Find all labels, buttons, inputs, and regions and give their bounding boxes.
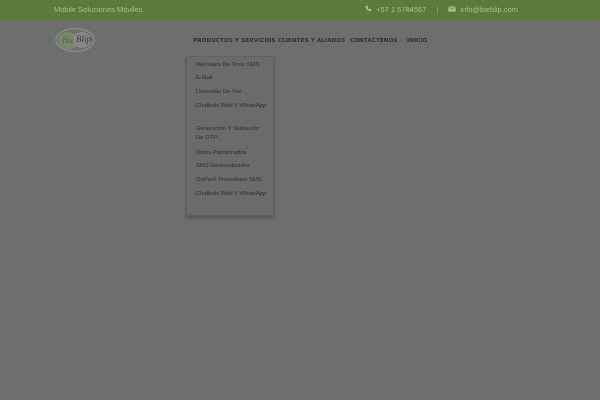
contact-divider: | bbox=[436, 5, 439, 14]
dropdown-item-voz[interactable]: Llamadas De Voz bbox=[196, 88, 268, 97]
dropdown-item-sms[interactable]: Mensajes De Texto SMS bbox=[196, 61, 268, 70]
svg-text:Blip: Blip bbox=[76, 34, 91, 44]
nav-item-clientes[interactable]: CLIENTES Y ALIADOS bbox=[278, 38, 345, 44]
email-link[interactable]: info@bieblip.com bbox=[460, 5, 518, 14]
top-bar: Mobile Soluciones Móviles +57 1 5784567 … bbox=[0, 0, 600, 20]
products-dropdown: Mensajes De Texto SMS E-Mail Llamadas De… bbox=[186, 56, 274, 216]
svg-text:Bie: Bie bbox=[62, 35, 74, 45]
dropdown-item-onpack[interactable]: OnPack Promotions SMS bbox=[196, 176, 268, 185]
nav-item-productos[interactable]: PRODUCTOS Y SERVICIOS bbox=[193, 38, 276, 44]
dropdown-item-email[interactable]: E-Mail bbox=[196, 74, 268, 83]
site-logo[interactable]: Bie Blip bbox=[54, 27, 96, 53]
tagline: Mobile Soluciones Móviles bbox=[54, 5, 143, 14]
phone-number[interactable]: +57 1 5784567 bbox=[376, 5, 426, 14]
dropdown-item-datos[interactable]: Datos Patrocinados bbox=[196, 149, 268, 158]
dropdown-item-chatbots[interactable]: Chatbots Web Y WhatsApp bbox=[196, 102, 268, 111]
nav-separator: · bbox=[341, 37, 344, 44]
dropdown-item-geolocalizados[interactable]: SMS Geolocalizados bbox=[196, 162, 268, 171]
nav-item-contactenos[interactable]: CONTÁCTENOS bbox=[350, 38, 398, 44]
nav-item-inicio[interactable]: INICIO bbox=[407, 38, 427, 44]
envelope-icon bbox=[448, 5, 457, 14]
nav-separator: · bbox=[270, 37, 273, 44]
dropdown-item-chatbots-2[interactable]: Chatbots Web Y WhatsApp bbox=[196, 190, 268, 199]
nav-separator: · bbox=[399, 37, 402, 44]
contact-info: +57 1 5784567 | info@bieblip.com bbox=[365, 5, 518, 14]
dropdown-item-otp[interactable]: Generación Y Validación De OTP bbox=[196, 125, 268, 142]
phone-icon bbox=[365, 5, 372, 14]
